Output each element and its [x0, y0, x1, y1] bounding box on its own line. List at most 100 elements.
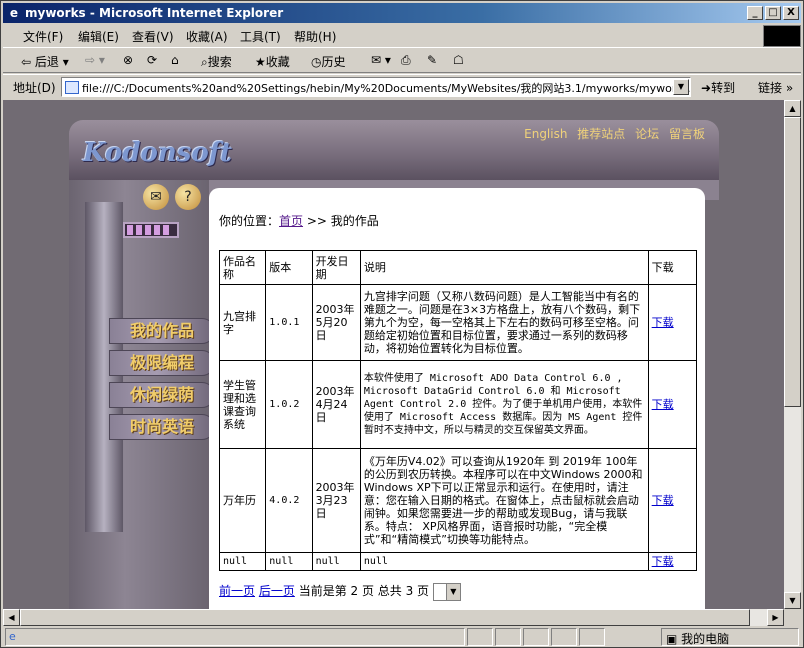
address-input[interactable]: file:///C:/Documents%20and%20Settings/he…	[61, 77, 691, 97]
favorites-button[interactable]: ★收藏	[255, 53, 290, 70]
mail-button[interactable]: ✉ ▾	[371, 53, 391, 67]
favorites-icon: ★	[255, 55, 266, 69]
go-label: 转到	[711, 81, 736, 95]
download-link[interactable]: 下载	[652, 316, 674, 329]
history-button[interactable]: ◷历史	[311, 53, 346, 70]
address-bar: 地址(D) file:///C:/Documents%20and%20Setti…	[3, 74, 801, 98]
cell-desc: 本软件使用了 Microsoft ADO Data Control 6.0 , …	[359, 360, 649, 449]
scroll-up-icon[interactable]: ▲	[784, 100, 801, 117]
status-pane	[551, 628, 577, 646]
home-button[interactable]: ⌂	[171, 53, 179, 67]
page-select[interactable]: ▼	[432, 582, 461, 601]
window-title: myworks - Microsoft Internet Explorer	[25, 6, 284, 20]
cell-name: 万年历	[218, 448, 267, 553]
back-label: 后退	[34, 55, 59, 69]
breadcrumb: 你的位置：首页 >> 我的作品	[219, 212, 379, 229]
zone-label: 我的电脑	[681, 632, 730, 646]
sidenav-fashion-english[interactable]: 时尚英语	[109, 414, 215, 440]
history-label: 历史	[321, 55, 346, 69]
cell-date: 2003年3月23日	[311, 448, 361, 553]
scroll-left-icon[interactable]: ◀	[3, 609, 20, 626]
download-link[interactable]: 下载	[652, 555, 674, 568]
vertical-scrollbar[interactable]: ▲ ▼	[784, 100, 801, 609]
breadcrumb-home-link[interactable]: 首页	[279, 214, 303, 228]
cell-date: 2003年4月24日	[311, 360, 361, 449]
minimize-button[interactable]: _	[747, 6, 763, 20]
scroll-right-icon[interactable]: ▶	[767, 609, 784, 626]
download-link[interactable]: 下载	[652, 398, 674, 411]
print-button[interactable]: ⎙	[401, 53, 411, 68]
site-frame: Kodonsoft English 推荐站点 论坛 留言板 ✉ ? 我的作品 极…	[69, 120, 719, 609]
search-icon: ⌕	[201, 55, 208, 69]
sidenav-extreme-programming[interactable]: 极限编程	[109, 350, 215, 376]
title-bar[interactable]: e myworks - Microsoft Internet Explorer …	[3, 3, 801, 23]
prev-page-link[interactable]: 前一页	[219, 584, 255, 598]
breadcrumb-prefix: 你的位置：	[219, 214, 280, 228]
horizontal-scrollbar[interactable]: ◀ ▶	[3, 609, 784, 626]
discuss-icon: ☖	[453, 53, 464, 67]
address-dropdown-icon[interactable]: ▼	[673, 79, 689, 95]
refresh-icon: ⟳	[147, 53, 158, 67]
vertical-scroll-thumb[interactable]	[784, 117, 801, 407]
menu-edit[interactable]: 编辑(E)	[78, 28, 119, 45]
table-row: 九宫排字 1.0.1 2003年5月20日 九宫排字问题（又称八数码问题）是人工…	[218, 284, 698, 361]
table-row: 学生管理和选课查询系统 1.0.2 2003年4月24日 本软件使用了 Micr…	[218, 360, 698, 449]
header-version: 版本	[265, 250, 313, 285]
site-logo: Kodonsoft	[83, 138, 232, 168]
topnav-english[interactable]: English	[524, 127, 567, 141]
stop-button[interactable]: ⊗	[123, 53, 133, 67]
next-page-link[interactable]: 后一页	[259, 584, 295, 598]
sidenav-leisure[interactable]: 休闲绿荫	[109, 382, 215, 408]
maximize-button[interactable]: □	[765, 6, 781, 20]
chevron-down-icon: ▼	[445, 583, 460, 600]
mail-icon[interactable]: ✉	[143, 184, 169, 210]
links-button[interactable]: 链接 »	[758, 79, 793, 96]
back-button[interactable]: ⇦ 后退 ▾	[21, 53, 69, 70]
status-pane	[579, 628, 605, 646]
cell-version: null	[265, 552, 313, 571]
status-pane	[467, 628, 493, 646]
menu-file[interactable]: 文件(F)	[23, 28, 63, 45]
works-table: 作品名称 版本 开发日期 说明 下载 九宫排字 1.0.1 2003年5月20日…	[218, 250, 698, 571]
status-pane	[523, 628, 549, 646]
standard-toolbar: ⇦ 后退 ▾ ⇨ ▾ ⊗ ⟳ ⌂ ⌕搜索 ★收藏 ◷历史 ✉ ▾ ⎙ ✎ ☖	[3, 47, 801, 73]
topnav-recommended[interactable]: 推荐站点	[577, 127, 625, 141]
cell-date: null	[311, 552, 361, 571]
table-row: 万年历 4.0.2 2003年3月23日 《万年历V4.02》可以查询从1920…	[218, 448, 698, 553]
forward-arrow-icon: ⇨	[85, 53, 96, 67]
download-link[interactable]: 下载	[652, 494, 674, 507]
close-button[interactable]: X	[783, 6, 799, 20]
ie-window: e myworks - Microsoft Internet Explorer …	[0, 0, 804, 648]
sidenav-my-works[interactable]: 我的作品	[109, 318, 215, 344]
cell-version: 1.0.2	[265, 360, 313, 449]
go-button[interactable]: ➜转到	[701, 79, 735, 96]
help-icon[interactable]: ?	[175, 184, 201, 210]
go-arrow-icon: ➜	[701, 81, 712, 95]
ie-page-icon: e	[9, 630, 16, 643]
page-info: 当前是第 2 页 总共 3 页	[298, 584, 430, 598]
status-pane	[495, 628, 521, 646]
topnav-forum[interactable]: 论坛	[635, 127, 659, 141]
edit-button[interactable]: ✎	[427, 53, 437, 67]
site-header: Kodonsoft English 推荐站点 论坛 留言板	[69, 120, 719, 180]
horizontal-scroll-thumb[interactable]	[20, 609, 750, 626]
discuss-button[interactable]: ☖	[453, 53, 464, 67]
menu-view[interactable]: 查看(V)	[132, 28, 174, 45]
header-download: 下载	[647, 250, 698, 285]
header-desc: 说明	[359, 250, 649, 285]
menu-help[interactable]: 帮助(H)	[294, 28, 336, 45]
search-button[interactable]: ⌕搜索	[201, 53, 232, 70]
pager: 前一页 后一页 当前是第 2 页 总共 3 页 ▼	[219, 582, 461, 601]
sidebar: ✉ ? 我的作品 极限编程 休闲绿荫 时尚英语	[69, 180, 215, 609]
menu-favorites[interactable]: 收藏(A)	[186, 28, 228, 45]
topnav-guestbook[interactable]: 留言板	[669, 127, 705, 141]
ie-logo-icon: e	[9, 6, 19, 20]
scroll-down-icon[interactable]: ▼	[784, 592, 801, 609]
forward-button[interactable]: ⇨ ▾	[85, 53, 105, 67]
cell-version: 1.0.1	[265, 284, 313, 361]
address-label: 地址(D)	[13, 81, 56, 95]
page-icon	[65, 81, 79, 94]
menu-tools[interactable]: 工具(T)	[240, 28, 281, 45]
main-content: 你的位置：首页 >> 我的作品 作品名称 版本 开发日期 说明 下载 九宫排字	[209, 188, 705, 609]
refresh-button[interactable]: ⟳	[147, 53, 157, 67]
